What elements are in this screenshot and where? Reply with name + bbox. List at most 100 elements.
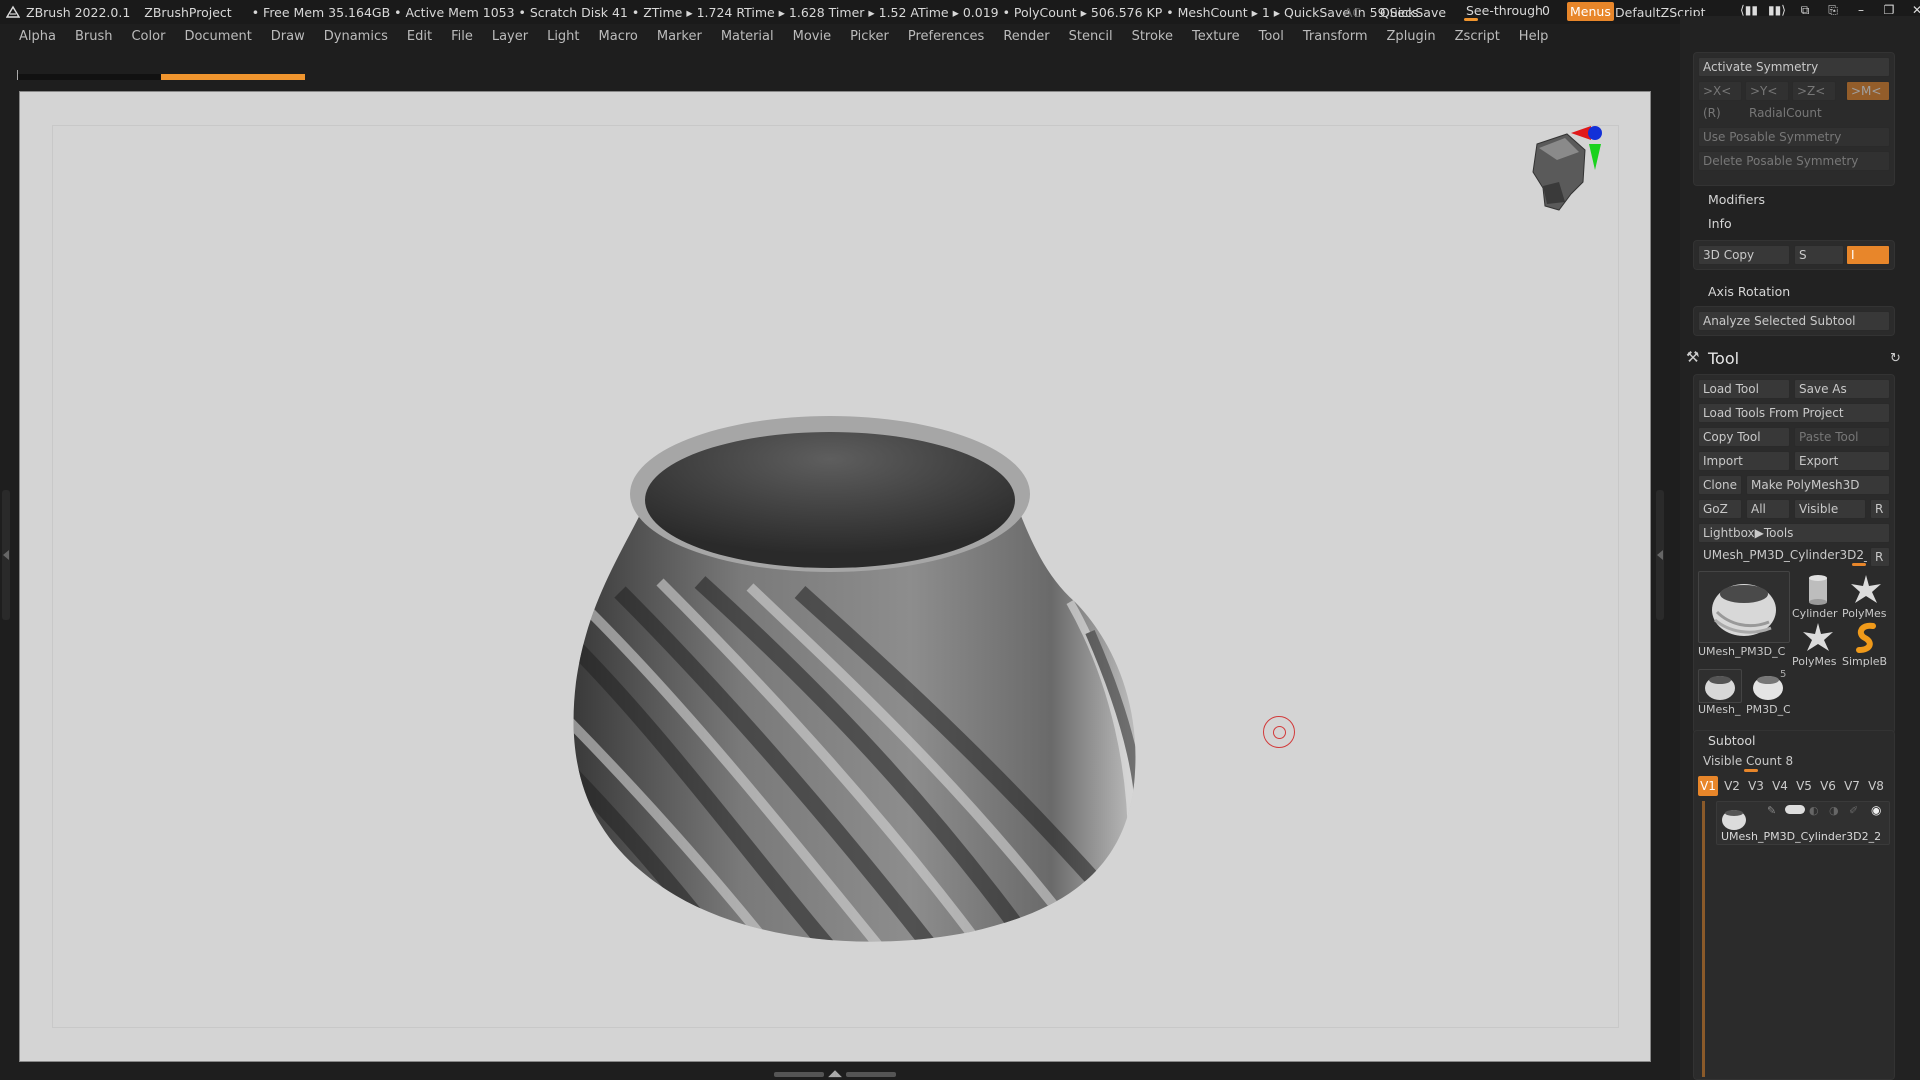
tab-v3[interactable]: V3 bbox=[1746, 776, 1766, 796]
menu-edit[interactable]: Edit bbox=[407, 29, 432, 44]
bottom-tray-handle[interactable]: ◢◣ bbox=[770, 1068, 900, 1080]
analyze-selected-subtool-button[interactable]: Analyze Selected Subtool bbox=[1698, 311, 1890, 331]
right-tray-handle[interactable] bbox=[1656, 490, 1664, 620]
clone-button[interactable]: Clone bbox=[1698, 475, 1742, 495]
tool-hammer-icon: ⚒ bbox=[1686, 348, 1700, 366]
current-tool-slider[interactable]: UMesh_PM3D_Cylinder3D2_2 bbox=[1698, 545, 1868, 565]
tab-v7[interactable]: V7 bbox=[1842, 776, 1862, 796]
menu-marker[interactable]: Marker bbox=[657, 29, 702, 44]
goz-r-button[interactable]: R bbox=[1870, 499, 1890, 519]
goz-all-button[interactable]: All bbox=[1746, 499, 1790, 519]
menu-macro[interactable]: Macro bbox=[599, 29, 638, 44]
menu-zplugin[interactable]: Zplugin bbox=[1387, 29, 1436, 44]
goz-button[interactable]: GoZ bbox=[1698, 499, 1742, 519]
menu-picker[interactable]: Picker bbox=[850, 29, 889, 44]
refresh-icon[interactable]: ↻ bbox=[1890, 351, 1901, 366]
paste-tool-button[interactable]: Paste Tool bbox=[1794, 427, 1890, 447]
menu-dynamics[interactable]: Dynamics bbox=[324, 29, 388, 44]
menu-stencil[interactable]: Stencil bbox=[1069, 29, 1113, 44]
menu-movie[interactable]: Movie bbox=[793, 29, 831, 44]
subtool-header[interactable]: Subtool bbox=[1708, 733, 1755, 748]
current-tool-r-button[interactable]: R bbox=[1870, 547, 1890, 567]
subtool-scrollbar[interactable] bbox=[1702, 801, 1705, 1077]
tab-v4[interactable]: V4 bbox=[1770, 776, 1790, 796]
tab-v2[interactable]: V2 bbox=[1722, 776, 1742, 796]
project-name: ZBrushProject bbox=[144, 4, 232, 20]
menu-alpha[interactable]: Alpha bbox=[19, 29, 56, 44]
menu-stroke[interactable]: Stroke bbox=[1132, 29, 1173, 44]
tab-v6[interactable]: V6 bbox=[1818, 776, 1838, 796]
tool-thumb-umesh[interactable] bbox=[1698, 669, 1742, 703]
3d-copy-s-slider[interactable]: S bbox=[1794, 245, 1844, 265]
tab-v8[interactable]: V8 bbox=[1866, 776, 1886, 796]
3d-copy-i-slider[interactable]: I bbox=[1846, 245, 1890, 265]
z-symmetry-button[interactable]: >Z< bbox=[1792, 81, 1836, 101]
tool-thumb-polymesh-a[interactable] bbox=[1842, 571, 1888, 607]
copy-tool-button[interactable]: Copy Tool bbox=[1698, 427, 1790, 447]
subtool-blend-icon[interactable] bbox=[1785, 805, 1805, 814]
use-posable-symmetry-button[interactable]: Use Posable Symmetry bbox=[1698, 127, 1890, 147]
subtool-eye-icon[interactable]: ◉ bbox=[1871, 803, 1881, 817]
subtool-brush-icon[interactable]: ✎ bbox=[1767, 804, 1776, 817]
goz-visible-button[interactable]: Visible bbox=[1794, 499, 1866, 519]
load-tools-from-project-button[interactable]: Load Tools From Project bbox=[1698, 403, 1890, 423]
menu-render[interactable]: Render bbox=[1003, 29, 1049, 44]
menu-zscript[interactable]: Zscript bbox=[1455, 29, 1500, 44]
menu-file[interactable]: File bbox=[451, 29, 473, 44]
tool-thumb-cylinder[interactable] bbox=[1794, 571, 1840, 607]
export-button[interactable]: Export bbox=[1794, 451, 1890, 471]
progress-fill bbox=[161, 74, 305, 80]
y-symmetry-button[interactable]: >Y< bbox=[1745, 81, 1789, 101]
left-tray-handle[interactable] bbox=[2, 490, 10, 620]
menu-color[interactable]: Color bbox=[131, 29, 165, 44]
menu-tool[interactable]: Tool bbox=[1259, 29, 1284, 44]
radial-count-slider[interactable]: RadialCount bbox=[1744, 103, 1890, 123]
tool-thumb-simplebrush[interactable] bbox=[1842, 619, 1888, 655]
load-tool-button[interactable]: Load Tool bbox=[1698, 379, 1790, 399]
subtool-polygroup-icon[interactable]: ◑ bbox=[1829, 804, 1839, 817]
tool-palette-title[interactable]: Tool bbox=[1708, 349, 1739, 368]
tab-v1[interactable]: V1 bbox=[1698, 776, 1718, 796]
import-button[interactable]: Import bbox=[1698, 451, 1790, 471]
subtool-pencil-icon[interactable]: ✐ bbox=[1849, 804, 1858, 817]
tool-thumb-main[interactable] bbox=[1698, 571, 1790, 643]
menu-light[interactable]: Light bbox=[547, 29, 579, 44]
delete-posable-symmetry-button[interactable]: Delete Posable Symmetry bbox=[1698, 151, 1890, 171]
activate-symmetry-button[interactable]: Activate Symmetry bbox=[1698, 57, 1890, 77]
info-header[interactable]: Info bbox=[1708, 216, 1732, 231]
menus-button[interactable]: Menus bbox=[1567, 2, 1614, 21]
quicksave-button[interactable]: QuickSave bbox=[1380, 5, 1446, 20]
menu-texture[interactable]: Texture bbox=[1192, 29, 1240, 44]
radial-r-button[interactable]: (R) bbox=[1698, 103, 1738, 123]
lightbox-tools-button[interactable]: Lightbox▶Tools bbox=[1698, 523, 1890, 543]
ac-toggle[interactable]: AC bbox=[1344, 5, 1361, 20]
modifiers-header[interactable]: Modifiers bbox=[1708, 192, 1765, 207]
make-polymesh3d-button[interactable]: Make PolyMesh3D bbox=[1746, 475, 1890, 495]
subtool-list-item[interactable]: ✎ ◐ ◑ ✐ ◉ UMesh_PM3D_Cylinder3D2_2 bbox=[1716, 801, 1890, 845]
visible-count-slider[interactable]: Visible Count 8 bbox=[1698, 751, 1890, 771]
menu-material[interactable]: Material bbox=[721, 29, 774, 44]
menu-draw[interactable]: Draw bbox=[271, 29, 305, 44]
tool-thumb-polymesh-b[interactable] bbox=[1794, 619, 1840, 655]
save-as-button[interactable]: Save As bbox=[1794, 379, 1890, 399]
vase-model[interactable] bbox=[550, 412, 1160, 1002]
x-symmetry-button[interactable]: >X< bbox=[1698, 81, 1742, 101]
menu-layer[interactable]: Layer bbox=[492, 29, 528, 44]
menu-help[interactable]: Help bbox=[1519, 29, 1549, 44]
tab-v5[interactable]: V5 bbox=[1794, 776, 1814, 796]
title-bar: ZBrush 2022.0.1 ZBrushProject • Free Mem… bbox=[0, 0, 1920, 24]
current-tool-slider-fill bbox=[1852, 563, 1866, 566]
brush-cursor-icon bbox=[1263, 716, 1295, 748]
menu-preferences[interactable]: Preferences bbox=[908, 29, 984, 44]
canvas-viewport[interactable] bbox=[19, 91, 1651, 1062]
axis-rotation-header[interactable]: Axis Rotation bbox=[1708, 284, 1790, 299]
orientation-gizmo[interactable] bbox=[1515, 122, 1635, 252]
menu-brush[interactable]: Brush bbox=[75, 29, 113, 44]
tool-thumb-umesh-label: UMesh_ bbox=[1698, 703, 1741, 716]
m-symmetry-button[interactable]: >M< bbox=[1846, 81, 1890, 101]
see-through-slider[interactable]: See-through 0 bbox=[1462, 3, 1556, 21]
subtool-mode-icon[interactable]: ◐ bbox=[1809, 804, 1819, 817]
3d-copy-button[interactable]: 3D Copy bbox=[1698, 245, 1790, 265]
menu-document[interactable]: Document bbox=[184, 29, 251, 44]
menu-transform[interactable]: Transform bbox=[1303, 29, 1368, 44]
